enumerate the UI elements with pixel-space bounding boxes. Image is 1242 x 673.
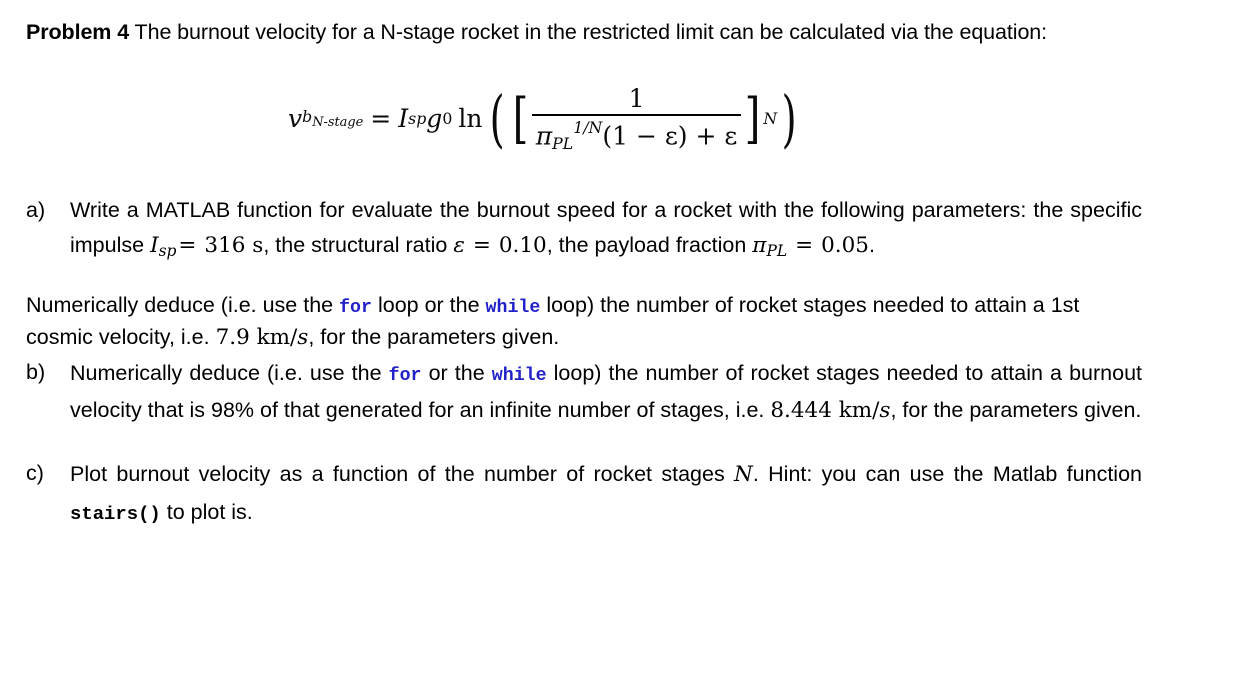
equation-lhs-variable: v xyxy=(288,104,303,134)
code-stairs: stairs() xyxy=(70,503,161,526)
equation-denominator: πPL1/N(1 − ε) + ε xyxy=(532,116,742,153)
list-item-a: a) Write a MATLAB function for evaluate … xyxy=(26,193,1142,264)
list-item-c-marker: c) xyxy=(26,461,44,486)
equation-equals: = xyxy=(370,104,392,134)
equation-close-bracket: ] xyxy=(744,86,761,150)
problem-intro-text: The burnout velocity for a N-stage rocke… xyxy=(129,20,1048,44)
equation-pi-exponent: 1/N xyxy=(573,118,603,138)
item-a-isp-subscript: sp xyxy=(158,241,177,260)
problem-intro-paragraph: Problem 4 The burnout velocity for a N-s… xyxy=(26,18,1142,47)
item-a-equals-2: = xyxy=(472,232,491,258)
equation-numerator: 1 xyxy=(628,84,645,114)
equation-open-paren: ( xyxy=(490,81,506,155)
item-a-equals-3: = xyxy=(795,232,814,258)
item-c-part-3: to plot is. xyxy=(160,500,253,525)
paragraph-velocity-value: 7.9 km/ xyxy=(215,324,298,350)
equation-pi-subscript: PL xyxy=(552,134,574,154)
item-a-isp-value: 316 s xyxy=(204,232,264,258)
equation-ln-operator: ln xyxy=(458,104,483,134)
item-a-epsilon-value: 0.10 xyxy=(498,232,547,258)
problem-label: Problem 4 xyxy=(26,20,130,44)
list-item-c-body: Plot burnout velocity as a function of t… xyxy=(70,456,1142,531)
paragraph-part-2: loop or the xyxy=(371,293,486,318)
keyword-while-b: while xyxy=(491,365,547,386)
equation-close-paren: ) xyxy=(781,81,797,155)
equation-g-symbol: g xyxy=(426,104,443,134)
paragraph-velocity-unit: s xyxy=(297,324,309,350)
keyword-while: while xyxy=(485,298,541,319)
list-item-b: b) Numerically deduce (i.e. use the for … xyxy=(26,355,1142,430)
keyword-for-b: for xyxy=(388,365,422,386)
paragraph-part-4: , for the parameters given. xyxy=(308,324,560,349)
item-a-pi-value: 0.05 xyxy=(821,232,869,258)
list-item-b-marker: b) xyxy=(26,359,46,384)
item-c-part-1: Plot burnout velocity as a function of t… xyxy=(70,462,735,487)
equation-lhs-subscript2: N-stage xyxy=(312,115,364,131)
equation-denominator-rest: (1 − ε) + ε xyxy=(602,121,738,151)
equation-fraction: 1 πPL1/N(1 − ε) + ε xyxy=(531,84,742,153)
item-a-text-3: , the payload fraction xyxy=(546,232,753,257)
item-a-equals-1: = xyxy=(178,232,197,258)
item-a-pi-symbol: π xyxy=(752,232,767,258)
list-item-a-body: Write a MATLAB function for evaluate the… xyxy=(70,193,1142,264)
equation-isp-subscript: sp xyxy=(408,109,427,129)
item-a-text-2: , the structural ratio xyxy=(263,232,454,257)
equation-lhs-subscript: bN-stage xyxy=(302,107,364,131)
item-a-pi-subscript: PL xyxy=(766,241,788,260)
item-a-text-4: . xyxy=(868,232,875,257)
keyword-for: for xyxy=(339,298,372,319)
item-b-velocity-unit: s xyxy=(879,398,891,424)
equation-pi-symbol: π xyxy=(535,121,553,151)
item-b-velocity-value: 8.444 km/ xyxy=(770,398,880,424)
list-item-b-body: Numerically deduce (i.e. use the for or … xyxy=(70,355,1142,430)
burnout-velocity-equation: v bN-stage = Isp g 0 ln ( [ 1 πPL1/N(1 − ε)… xyxy=(26,67,1142,171)
item-c-n-symbol: N xyxy=(734,462,753,488)
equation-g-subscript: 0 xyxy=(442,109,453,129)
equation-isp-symbol: I xyxy=(398,104,409,134)
equation-exponent-n: N xyxy=(763,109,778,129)
item-c-part-2: . Hint: you can use the Matlab function xyxy=(752,462,1142,487)
item-a-epsilon-symbol: ε xyxy=(453,232,465,258)
item-b-part-1: Numerically deduce (i.e. use the xyxy=(70,360,389,385)
list-item-c: c) Plot burnout velocity as a function o… xyxy=(26,456,1142,531)
item-b-part-2: or the xyxy=(421,360,492,385)
item-a-isp-symbol: I xyxy=(150,232,159,258)
list-item-a-marker: a) xyxy=(26,197,46,222)
item-b-part-4: , for the parameters given. xyxy=(890,398,1142,423)
equation-open-bracket: [ xyxy=(512,86,529,150)
numerically-deduce-paragraph: Numerically deduce (i.e. use the for loo… xyxy=(26,290,1142,353)
equation-content: v bN-stage = Isp g 0 ln ( [ 1 πPL1/N(1 − ε)… xyxy=(288,84,801,153)
paragraph-part-1: Numerically deduce (i.e. use the xyxy=(26,293,340,318)
document-page: Problem 4 The burnout velocity for a N-s… xyxy=(0,0,1242,673)
